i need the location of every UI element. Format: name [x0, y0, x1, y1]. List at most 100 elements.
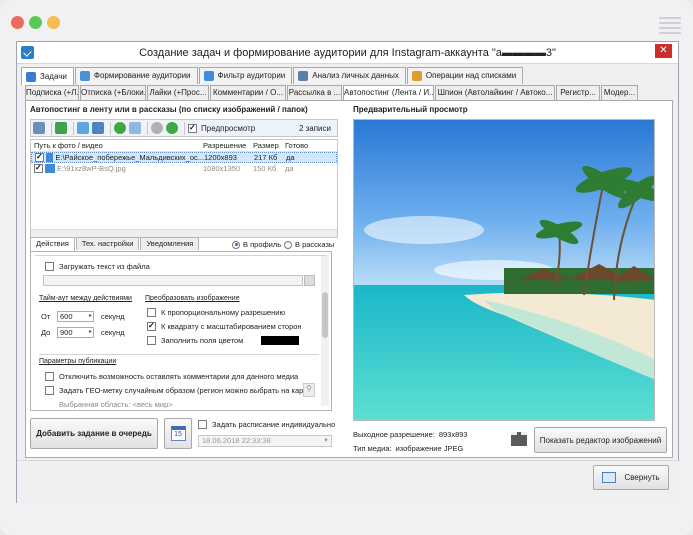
table-row[interactable]: E:\Райское_побережье_Мальдивских_ос... 1… — [31, 152, 337, 163]
load-text-checkbox[interactable] — [45, 262, 54, 271]
params-title: Параметры публикации — [39, 358, 117, 365]
hamburger-icon[interactable] — [659, 17, 681, 37]
add-task-button[interactable]: Добавить задание в очередь — [30, 418, 158, 449]
save-icon[interactable] — [92, 122, 104, 134]
window-title: Создание задач и формирование аудитории … — [139, 47, 556, 59]
opt-fill-checkbox[interactable] — [147, 336, 156, 345]
col-path[interactable]: Путь к фото / видео — [31, 141, 203, 150]
load-text-row[interactable]: Загружать текст из файла — [45, 262, 150, 271]
tab-lists[interactable]: Операции над списками — [406, 67, 524, 84]
tab-content: Автопостинг в ленту или в рассказы (по с… — [25, 100, 673, 458]
preview-checkbox-label: Предпросмотр — [201, 123, 256, 133]
subtab-autoposting[interactable]: Автопостинг (Лента / И... — [343, 85, 434, 101]
analysis-icon — [298, 71, 309, 81]
records-count: 2 записи — [298, 123, 331, 133]
open-folder-icon[interactable] — [33, 122, 45, 134]
opt-geo-row[interactable]: Задать ГЕО-метку случайным образом (реги… — [45, 386, 313, 395]
subtab-spy[interactable]: Шпион (Автолайкинг / Автоко... — [435, 85, 555, 100]
preview-checkbox[interactable] — [188, 123, 197, 133]
delete-icon[interactable] — [129, 122, 141, 134]
map-pin-icon[interactable]: ⚲ — [303, 383, 315, 397]
schedule-row[interactable]: Задать расписание индивидуально — [198, 420, 335, 429]
main-tabs: Задачи Формирование аудитории Фильтр ауд… — [21, 67, 524, 85]
mac-minimize-dot[interactable] — [47, 16, 60, 29]
minimize-icon — [602, 472, 617, 483]
opt-square-row[interactable]: К квадрату с масштабированием сторон — [147, 321, 302, 331]
tab-tasks[interactable]: Задачи — [21, 67, 74, 85]
tab-notifications[interactable]: Уведомления — [140, 237, 200, 250]
opt-disable-comments-checkbox[interactable] — [45, 372, 54, 381]
minimize-button[interactable]: Свернуть — [593, 465, 669, 490]
table-header: Путь к фото / видео Разрешение Размер Го… — [31, 140, 337, 152]
browse-folder-icon[interactable] — [304, 275, 315, 286]
tab-filter[interactable]: Фильтр аудитории — [198, 67, 293, 84]
timeout-from-row: От 600 секунд — [41, 311, 125, 322]
settings-tabs: Действия Тех. настройки Уведомления — [30, 237, 200, 251]
subtab-registration[interactable]: Регистр... — [556, 85, 600, 100]
output-resolution: Выходное разрешение: 893x893 — [353, 430, 468, 439]
convert-title: Преобразовать изображение — [145, 295, 240, 302]
tab-actions[interactable]: Действия — [30, 237, 75, 251]
tab-audience[interactable]: Формирование аудитории — [74, 67, 198, 84]
subtab-moderation[interactable]: Модер... — [601, 85, 638, 100]
title-bar: Создание задач и формирование аудитории … — [17, 42, 678, 64]
opt-proportional-checkbox[interactable] — [147, 308, 156, 317]
radio-profile-row[interactable]: В профиль — [232, 240, 281, 249]
preview-title: Предварительный просмотр — [353, 105, 468, 114]
radio-profile[interactable] — [232, 240, 240, 249]
subtab-mailing[interactable]: Рассылка в ... — [287, 85, 342, 100]
right-panel: Предварительный просмотр Выходное разреш… — [348, 105, 670, 453]
copy-icon[interactable] — [77, 122, 89, 134]
mac-maximize-dot[interactable] — [29, 16, 42, 29]
subtab-likes[interactable]: Лайки (+Прос... — [147, 85, 209, 100]
lists-icon — [411, 71, 422, 81]
col-size[interactable]: Размер — [253, 141, 285, 150]
vertical-scrollbar[interactable] — [321, 256, 329, 406]
subtab-subscribe[interactable]: Подписка (+Л... — [25, 85, 79, 100]
mac-close-dot[interactable] — [11, 16, 24, 29]
opt-proportional-row[interactable]: К пропорциональному разрешению — [147, 308, 285, 317]
timeout-from-input[interactable]: 600 — [57, 311, 94, 322]
chevron-down-icon[interactable]: ▼ — [323, 436, 329, 446]
radio-stories[interactable] — [284, 240, 292, 249]
text-file-path-input[interactable] — [43, 275, 303, 286]
schedule-checkbox[interactable] — [198, 420, 207, 429]
image-file-icon — [46, 153, 54, 162]
table-row[interactable]: E:\91xz8wP-BsQ.jpg 1080x1350 150 Кб да — [31, 163, 337, 174]
tab-analysis[interactable]: Анализ личных данных — [293, 67, 406, 84]
actions-panel: Загружать текст из файла Тайм-аут между … — [30, 251, 332, 411]
radio-stories-row[interactable]: В рассказы — [284, 240, 334, 249]
timeout-title: Тайм-аут между действиями — [39, 295, 132, 302]
row-checkbox[interactable] — [34, 164, 43, 173]
move-up-icon[interactable] — [151, 122, 163, 134]
horizontal-scrollbar[interactable] — [31, 229, 337, 237]
opt-square-checkbox[interactable] — [147, 321, 156, 331]
opt-fill-row[interactable]: Заполнить поля цветом — [147, 336, 299, 345]
tasks-icon — [26, 71, 36, 82]
app-window: Создание задач и формирование аудитории … — [16, 41, 680, 504]
add-icon[interactable] — [55, 122, 67, 134]
show-image-editor-button[interactable]: Показать редактор изображений — [534, 427, 667, 453]
files-toolbar: Предпросмотр 2 записи — [30, 119, 338, 137]
timeout-to-input[interactable]: 900 — [57, 327, 94, 338]
close-button[interactable]: ✕ — [655, 44, 672, 58]
image-editor-icon[interactable] — [511, 432, 527, 446]
subtab-unsubscribe[interactable]: Отписка (+Блоки... — [80, 85, 146, 100]
tab-tech-settings[interactable]: Тех. настройки — [75, 237, 140, 250]
calendar-button[interactable]: 15 — [164, 418, 192, 449]
subtab-comments[interactable]: Комментарии / О... — [210, 85, 286, 100]
opt-geo-checkbox[interactable] — [45, 386, 54, 395]
row-checkbox[interactable] — [35, 153, 44, 162]
opt-disable-comments-row[interactable]: Отключить возможность оставлять коммента… — [45, 372, 298, 381]
selected-area: Выбранная область: <весь мир> — [59, 400, 173, 409]
filter-icon — [203, 71, 214, 81]
col-resolution[interactable]: Разрешение — [203, 141, 253, 150]
move-down-icon[interactable] — [166, 122, 178, 134]
fill-color-swatch[interactable] — [261, 336, 299, 345]
sub-tabs: Подписка (+Л... Отписка (+Блоки... Лайки… — [25, 85, 639, 101]
check-all-icon[interactable] — [114, 122, 126, 134]
media-type: Тип медиа: изображение JPEG — [353, 444, 464, 453]
schedule-datetime-input[interactable]: 18.06.2018 22:33:38 ▼ — [198, 435, 332, 447]
calendar-icon: 15 — [170, 426, 186, 441]
col-ready[interactable]: Готово — [285, 141, 315, 150]
